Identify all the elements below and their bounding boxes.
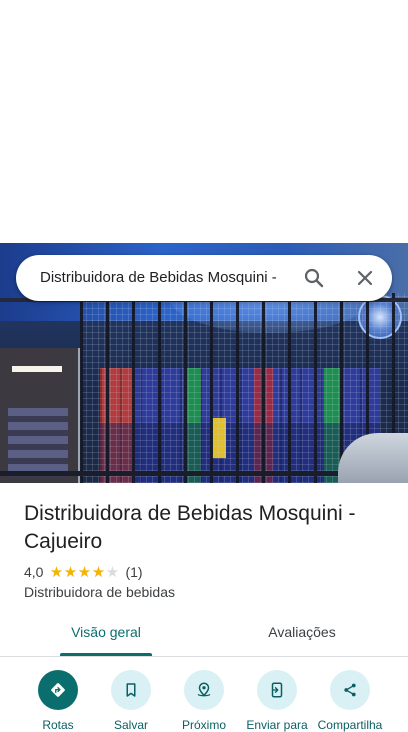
bookmark-icon	[126, 683, 136, 697]
tab-reviews[interactable]: Avaliações	[256, 612, 348, 655]
star-icon: ★	[77, 563, 92, 581]
send-to-phone-icon	[271, 682, 283, 698]
share-icon	[344, 683, 356, 697]
action-label: Compartilha	[317, 718, 383, 732]
nearby-button[interactable]: Próximo	[164, 666, 244, 732]
action-label: Próximo	[181, 718, 226, 732]
directions-icon	[51, 683, 65, 697]
star-icon: ★	[105, 563, 120, 581]
action-label: Rotas	[42, 718, 74, 732]
nearby-icon	[197, 682, 211, 697]
star-icon: ★	[49, 563, 64, 581]
star-icon: ★	[63, 563, 78, 581]
tab-overview[interactable]: Visão geral	[60, 612, 152, 656]
review-count[interactable]: (1)	[125, 564, 142, 580]
action-label: Enviar para	[246, 718, 308, 732]
search-bar[interactable]: Distribuidora de Bebidas Mosquini -	[16, 255, 392, 301]
star-icon: ★	[91, 563, 106, 581]
store-entrance	[0, 348, 81, 483]
tab-label: Avaliações	[268, 624, 336, 640]
save-button[interactable]: Salvar	[91, 666, 171, 732]
tab-label: Visão geral	[71, 624, 141, 640]
map-blank-area	[0, 0, 408, 243]
search-icon[interactable]	[302, 266, 326, 290]
send-to-phone-button[interactable]: Enviar para	[237, 666, 317, 732]
rating-stars: ★ ★ ★ ★ ★	[49, 565, 119, 580]
action-label: Salvar	[113, 718, 148, 732]
place-tabs: Visão geral Avaliações	[0, 612, 408, 657]
rating-value: 4,0	[24, 564, 44, 580]
search-query[interactable]: Distribuidora de Bebidas Mosquini -	[40, 255, 308, 301]
active-tab-indicator	[60, 653, 152, 656]
place-title: Distribuidora de Bebidas Mosquini - Caju…	[24, 502, 356, 553]
action-buttons: Rotas Salvar Próximo Enviar para Compart…	[0, 666, 408, 732]
place-category: Distribuidora de bebidas	[24, 584, 175, 600]
close-icon[interactable]	[353, 266, 377, 290]
share-button[interactable]: Compartilha	[310, 666, 390, 732]
directions-button[interactable]: Rotas	[18, 666, 98, 732]
rating-row[interactable]: 4,0 ★ ★ ★ ★ ★ (1)	[24, 563, 143, 581]
